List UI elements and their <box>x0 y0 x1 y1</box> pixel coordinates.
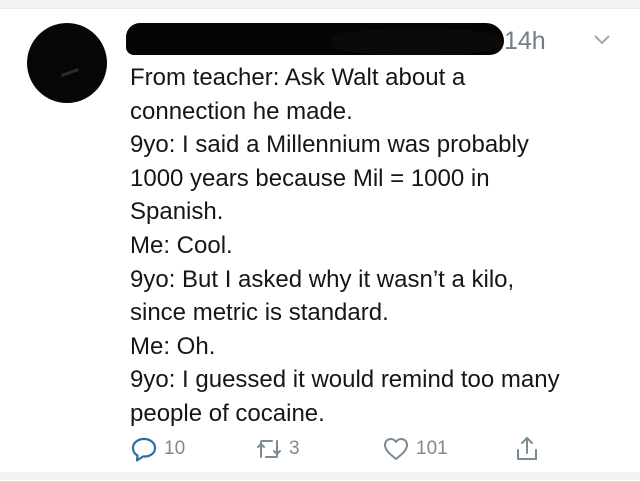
retweet-icon <box>257 440 281 458</box>
avatar[interactable] <box>27 23 107 103</box>
redacted-handle <box>332 29 502 55</box>
reply-icon <box>131 437 157 462</box>
chevron-down-icon[interactable] <box>592 29 612 49</box>
tweet-line: 9yo: But I asked why it wasn’t a kilo, <box>130 265 515 293</box>
share-icon <box>517 437 537 460</box>
like-count: 101 <box>416 438 448 459</box>
tweet-line: 9yo: I guessed it would remind too many <box>130 366 560 394</box>
bottom-divider <box>0 472 640 480</box>
tweet-line: 1000 years because Mil = 1000 in <box>130 164 490 192</box>
retweet-button[interactable]: 3 <box>255 432 300 466</box>
like-button[interactable]: 101 <box>382 432 448 466</box>
tweet-line: Me: Oh. <box>130 332 216 360</box>
avatar-mark <box>61 68 79 77</box>
tweet-line: 9yo: I said a Millennium was probably <box>130 131 529 159</box>
reply-button[interactable]: 10 <box>130 432 185 466</box>
tweet-line: Me: Cool. <box>130 231 233 259</box>
tweet-line: Spanish. <box>130 198 224 226</box>
tweet-line: people of cocaine. <box>130 399 325 427</box>
reply-count: 10 <box>164 438 186 459</box>
tweet-actions: 10 3 101 <box>130 432 610 472</box>
tweet-text: From teacher: Ask Walt about a connectio… <box>130 61 620 431</box>
tweet-timestamp[interactable]: 14h <box>504 24 546 58</box>
tweet-line: connection he made. <box>130 97 353 125</box>
tweet-line: From teacher: Ask Walt about a <box>130 64 466 91</box>
share-button[interactable] <box>513 432 547 466</box>
retweet-count: 3 <box>289 438 300 459</box>
tweet-card: 14h From teacher: Ask Walt about a conne… <box>0 8 640 481</box>
tweet-header: 14h <box>126 23 616 63</box>
tweet-line: since metric is standard. <box>130 299 389 327</box>
heart-icon <box>384 438 408 460</box>
